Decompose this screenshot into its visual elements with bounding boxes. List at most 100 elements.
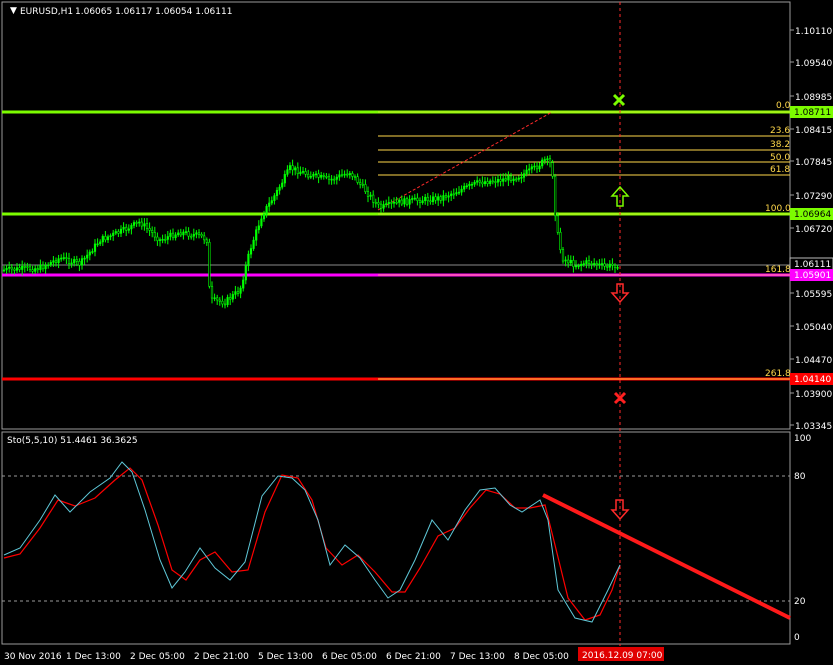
candle-body bbox=[239, 287, 242, 294]
time-axis[interactable]: 30 Nov 2016 1 Dec 13:00 2 Dec 05:00 2 De… bbox=[4, 647, 664, 662]
trading-chart[interactable]: ▼ EURUSD,H1 1.06065 1.06117 1.06054 1.06… bbox=[0, 0, 833, 665]
candle-body bbox=[468, 183, 471, 187]
candle-body bbox=[236, 291, 240, 294]
candle-body bbox=[340, 174, 344, 177]
candle-body bbox=[600, 263, 604, 265]
candle-body bbox=[413, 197, 416, 200]
time-highlight-label: 2016.12.09 07:00 bbox=[582, 651, 663, 661]
candle-body bbox=[361, 183, 364, 186]
candle-body bbox=[569, 260, 572, 264]
candle-body bbox=[83, 257, 86, 260]
candle-body bbox=[616, 267, 619, 269]
candle-body bbox=[606, 265, 609, 268]
osc-tick: 80 bbox=[794, 472, 806, 482]
candle-body bbox=[31, 269, 34, 272]
oscillator-trendline[interactable] bbox=[542, 493, 791, 620]
candle-body bbox=[70, 262, 73, 265]
candle-body bbox=[62, 257, 65, 259]
svg-text:1.06111: 1.06111 bbox=[794, 260, 831, 270]
candle-body bbox=[195, 232, 198, 235]
candle-body bbox=[421, 200, 424, 203]
svg-text:1.05901: 1.05901 bbox=[794, 271, 831, 281]
candle-body bbox=[190, 235, 193, 238]
candle-body bbox=[5, 268, 8, 271]
candle-body bbox=[572, 260, 575, 268]
candle-body bbox=[382, 204, 385, 209]
candle-body bbox=[489, 180, 492, 184]
current-price-tag: 1.06111 bbox=[789, 257, 833, 271]
price-tick: 1.03345 bbox=[795, 422, 832, 432]
price-tick: 1.05040 bbox=[795, 323, 832, 333]
candle-body bbox=[182, 231, 185, 236]
candle-body bbox=[265, 206, 268, 215]
candle-body bbox=[499, 179, 502, 182]
candle-body bbox=[546, 158, 549, 161]
time-label: 5 Dec 13:00 bbox=[258, 652, 313, 662]
candle-body bbox=[122, 226, 125, 230]
candle-body bbox=[156, 236, 159, 241]
chart-menu-arrow-icon[interactable]: ▼ bbox=[10, 6, 17, 16]
candle-body bbox=[439, 196, 442, 201]
level-tag-top: 1.08711 bbox=[790, 106, 833, 118]
candle-body bbox=[567, 259, 570, 264]
candle-body bbox=[174, 234, 177, 239]
candle-body bbox=[226, 297, 229, 305]
candle-body bbox=[494, 181, 497, 183]
candle-body bbox=[255, 229, 258, 241]
candle-body bbox=[249, 248, 253, 255]
candle-body bbox=[78, 261, 81, 266]
candle-body bbox=[221, 300, 224, 305]
candle-body bbox=[543, 159, 546, 161]
candle-body bbox=[559, 232, 562, 250]
stochastic-main-line bbox=[3, 461, 621, 623]
price-axis[interactable]: 1.10110 1.09540 1.08985 1.08415 1.07845 … bbox=[790, 27, 832, 432]
candle-body bbox=[611, 263, 614, 266]
candle-body bbox=[582, 263, 585, 265]
candle-body bbox=[309, 175, 312, 178]
fibonacci-trendline[interactable] bbox=[377, 111, 553, 211]
candle-body bbox=[400, 199, 403, 205]
candle-body bbox=[161, 238, 164, 241]
candle-body bbox=[216, 297, 219, 301]
candle-body bbox=[512, 178, 515, 182]
candle-body bbox=[60, 257, 63, 260]
candle-body bbox=[36, 268, 39, 271]
candle-body bbox=[338, 174, 341, 178]
candle-body bbox=[320, 175, 323, 178]
candle-body bbox=[364, 184, 367, 192]
candle-body bbox=[145, 223, 149, 229]
candle-body bbox=[247, 253, 250, 267]
candle-body bbox=[369, 194, 372, 197]
candle-body bbox=[153, 232, 156, 238]
candle-body bbox=[496, 179, 500, 183]
candle-body bbox=[67, 258, 71, 264]
candle-body bbox=[88, 251, 91, 256]
candle-body bbox=[463, 185, 466, 190]
candle-body bbox=[96, 243, 99, 246]
fibonacci-retracement[interactable] bbox=[378, 111, 790, 380]
candle-body bbox=[322, 175, 325, 177]
candle-body bbox=[603, 263, 606, 267]
candle-body bbox=[223, 303, 227, 306]
candle-body bbox=[346, 173, 349, 176]
price-tick: 1.04470 bbox=[795, 356, 832, 366]
fib-label: 23.6 bbox=[770, 126, 790, 136]
candle-body bbox=[377, 202, 380, 205]
candle-body bbox=[291, 165, 294, 171]
candle-body bbox=[41, 264, 45, 270]
candle-body bbox=[473, 181, 476, 185]
candle-body bbox=[481, 181, 484, 185]
price-tick: 1.08415 bbox=[795, 126, 832, 136]
candle-body bbox=[598, 263, 601, 266]
candle-body bbox=[47, 264, 50, 267]
fib-label: 0.0 bbox=[776, 101, 791, 111]
candle-body bbox=[486, 181, 489, 184]
candle-body bbox=[548, 158, 552, 164]
candle-body bbox=[218, 299, 221, 302]
candle-body bbox=[483, 181, 487, 185]
price-tick: 1.08985 bbox=[795, 93, 832, 103]
candle-body bbox=[109, 235, 112, 238]
candle-body bbox=[522, 173, 526, 178]
candle-body bbox=[593, 263, 596, 265]
candle-body bbox=[437, 196, 440, 201]
